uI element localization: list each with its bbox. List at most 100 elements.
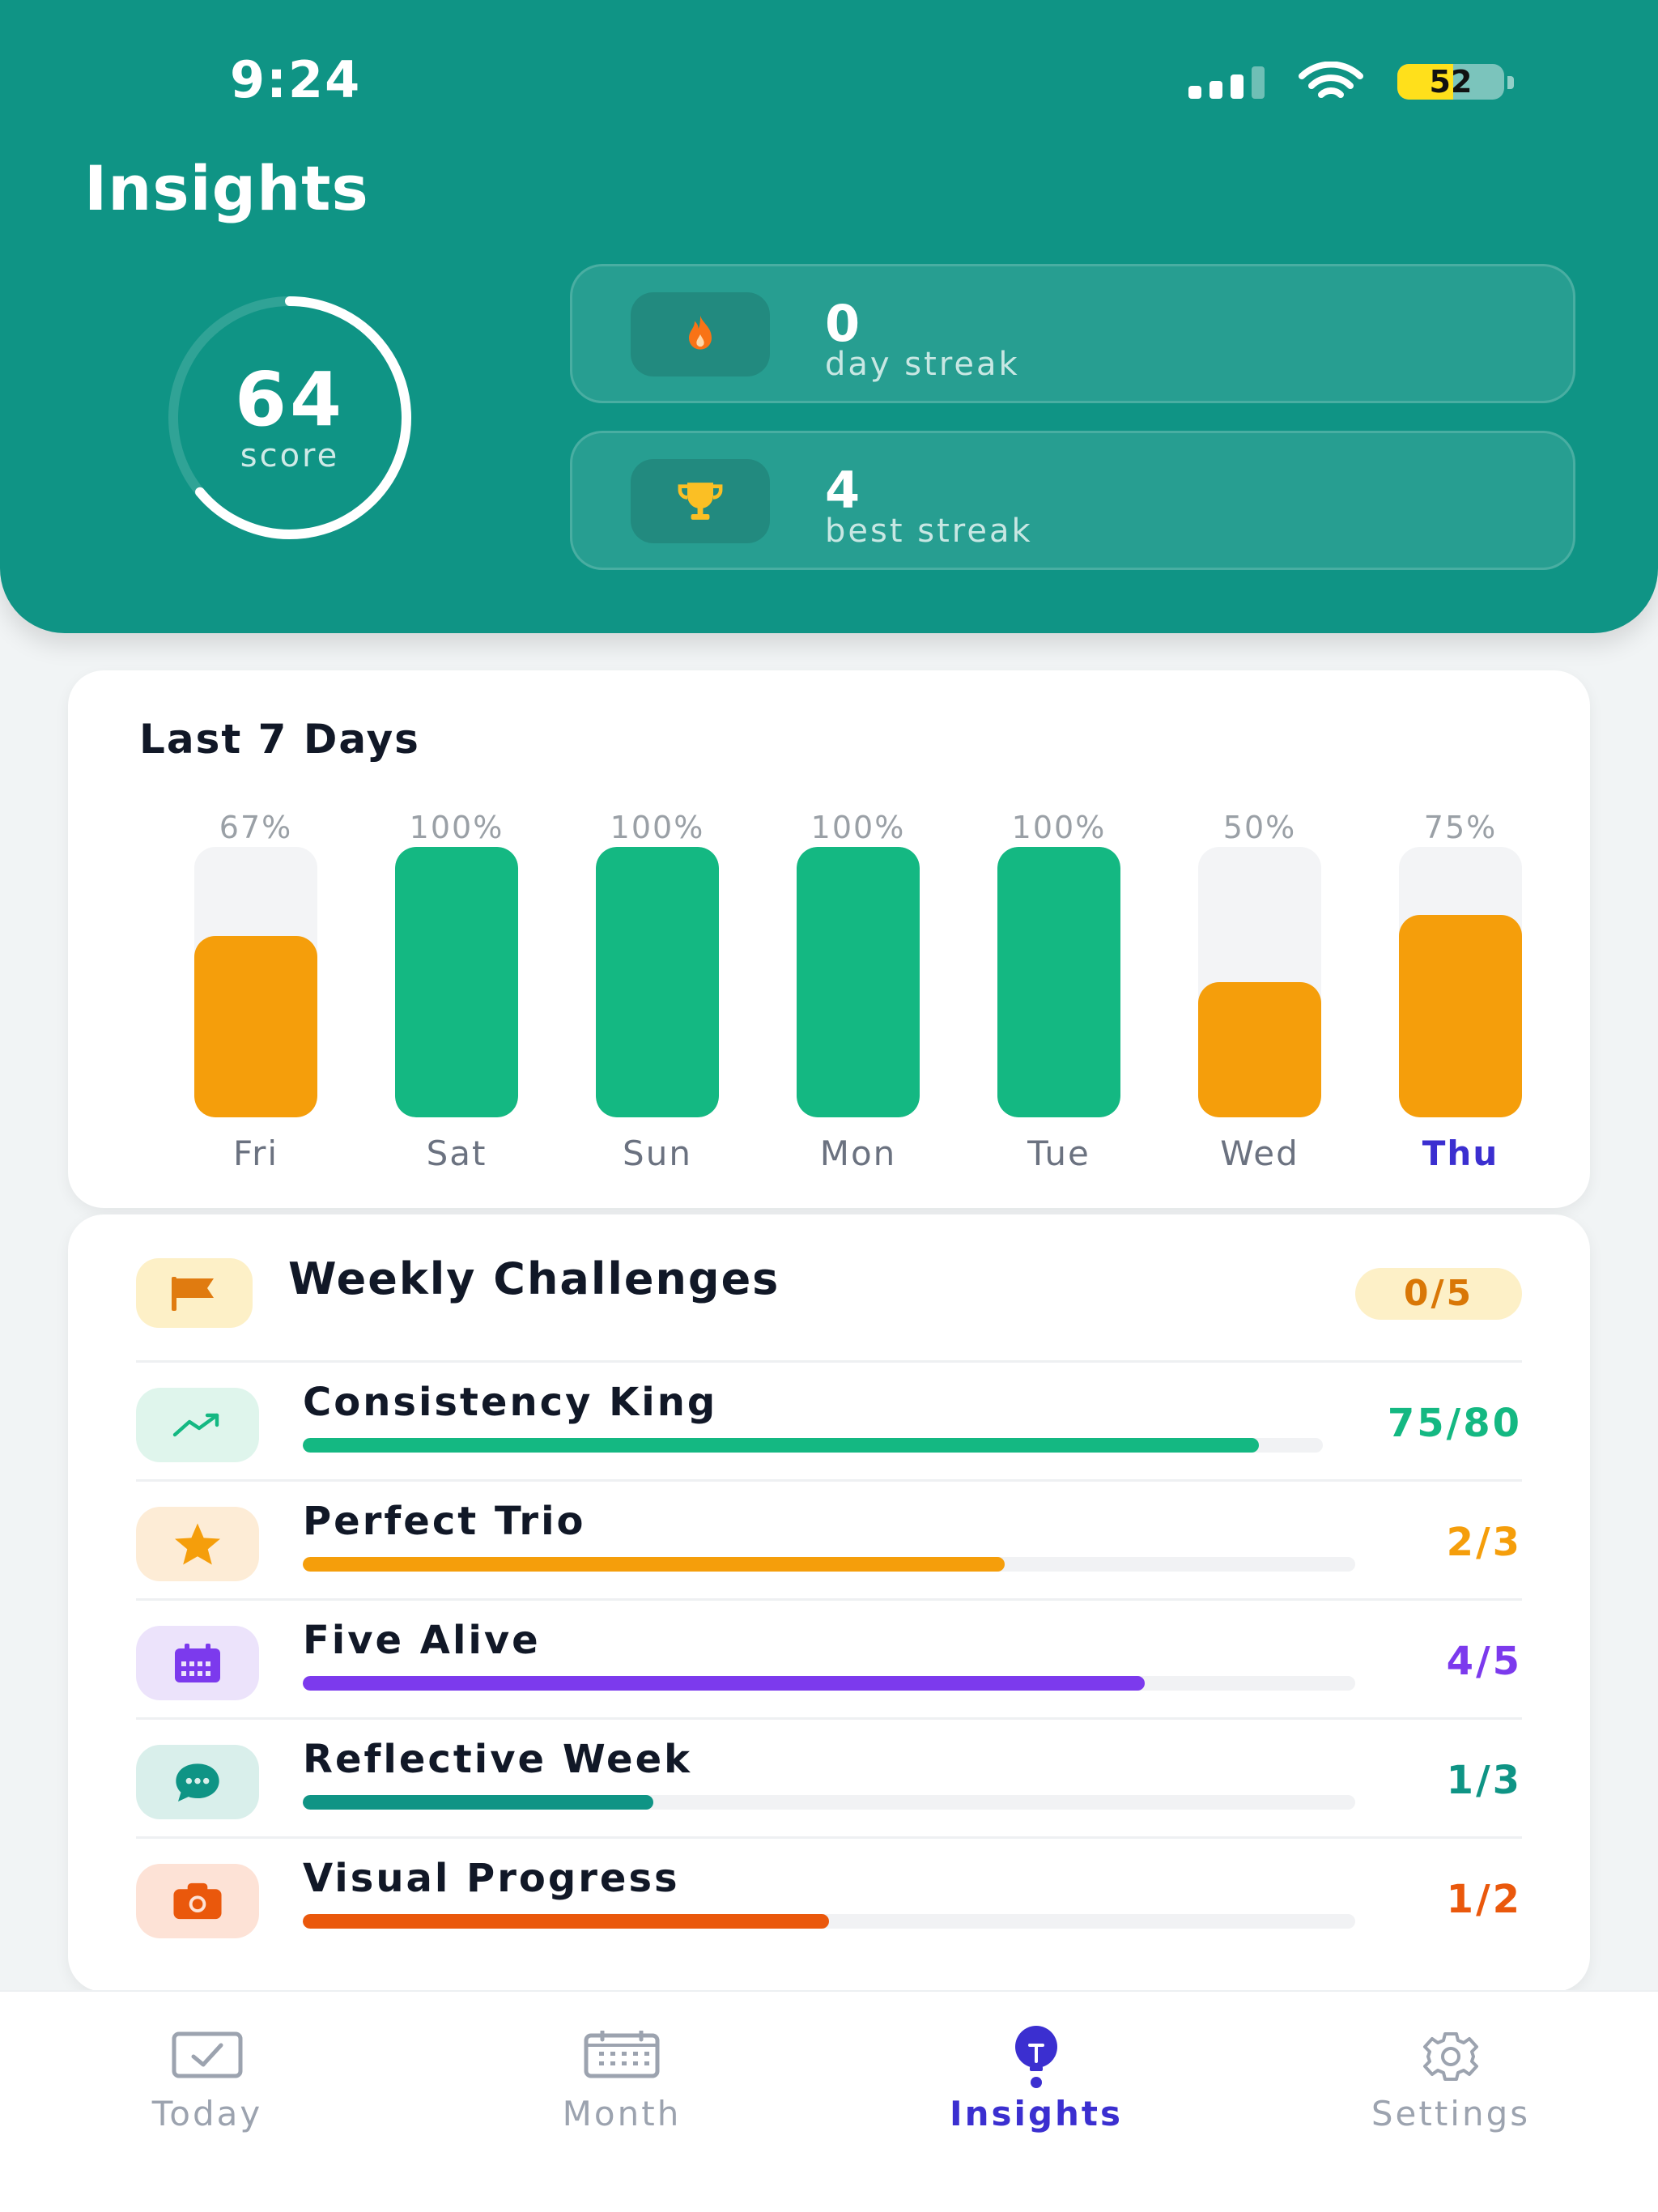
tab-bar: Today Month Insights Settings [0, 1990, 1658, 2212]
challenge-name: Perfect Trio [303, 1499, 586, 1544]
bar-value-label: 75% [1423, 810, 1498, 845]
bar-column-tue: 100% Tue [959, 670, 1159, 1213]
tab-month[interactable]: Month [414, 1992, 829, 2212]
challenge-progress-value: 2/3 [1446, 1520, 1522, 1565]
challenge-progress-track [303, 1676, 1355, 1691]
challenge-divider [136, 1598, 1522, 1601]
challenge-divider [136, 1360, 1522, 1363]
challenge-name: Five Alive [303, 1618, 541, 1663]
challenge-progress-fill [303, 1914, 829, 1929]
bar-column-sat: 100% Sat [356, 670, 557, 1213]
challenge-row[interactable]: Visual Progress 1/2 [68, 1838, 1590, 1956]
challenge-divider [136, 1717, 1522, 1720]
challenge-progress-fill [303, 1676, 1145, 1691]
trophy-icon [631, 459, 770, 543]
bar-track [1399, 847, 1522, 1117]
bar-value-label: 100% [409, 810, 504, 845]
challenges-count-badge: 0/5 [1355, 1268, 1522, 1320]
page-title: Insights [84, 152, 369, 224]
last-7-days-chart: 67% Fri 100% Sat 100% Sun 100% Mon 100% Tue 50% Wed… [68, 670, 1590, 1213]
bar-column-fri: 67% Fri [155, 670, 356, 1213]
bar-sat [395, 847, 518, 1117]
challenge-progress-value: 4/5 [1446, 1639, 1522, 1684]
challenge-progress-track [303, 1795, 1355, 1810]
chat-icon [136, 1745, 259, 1819]
best-streak-value: 4 [825, 461, 861, 520]
day-streak-card: 0 day streak [570, 264, 1575, 403]
bar-value-label: 100% [810, 810, 906, 845]
tab-settings-label: Settings [1371, 2094, 1531, 2133]
checkbox-icon [0, 2031, 414, 2079]
wifi-icon [1299, 62, 1363, 98]
day-streak-label: day streak [825, 346, 1020, 383]
bar-track [194, 847, 317, 1117]
bar-day-label: Thu [1422, 1134, 1499, 1173]
bar-day-label: Fri [232, 1134, 279, 1173]
insights-header: 9:24 52 Insights 64 score 0 day streak 4… [0, 0, 1658, 633]
camera-icon [136, 1864, 259, 1938]
challenge-progress-fill [303, 1795, 654, 1810]
flame-icon [631, 292, 770, 376]
weekly-challenges-card: Weekly Challenges 0/5 Consistency King 75… [68, 1214, 1590, 1992]
trend-up-icon [136, 1388, 259, 1462]
bar-day-label: Wed [1220, 1134, 1299, 1173]
challenge-name: Visual Progress [303, 1856, 680, 1901]
gear-icon [1244, 2031, 1658, 2082]
challenge-row[interactable]: Perfect Trio 2/3 [68, 1481, 1590, 1599]
bar-day-label: Sat [426, 1134, 487, 1173]
challenge-row[interactable]: Consistency King 75/80 [68, 1362, 1590, 1480]
challenge-name: Reflective Week [303, 1737, 693, 1782]
bar-day-label: Mon [819, 1134, 897, 1173]
status-time: 9:24 [230, 50, 362, 109]
bar-tue [997, 847, 1120, 1117]
lightbulb-icon [829, 2026, 1244, 2089]
challenge-progress-track [303, 1914, 1355, 1929]
bar-value-label: 50% [1222, 810, 1297, 845]
star-icon [136, 1507, 259, 1581]
bar-track [1198, 847, 1321, 1117]
bar-track [395, 847, 518, 1117]
bar-value-label: 100% [610, 810, 705, 845]
bar-wed [1198, 982, 1321, 1117]
battery-cap [1507, 76, 1514, 89]
bar-track [997, 847, 1120, 1117]
bar-day-label: Sun [623, 1134, 692, 1173]
tab-today[interactable]: Today [0, 1992, 414, 2212]
tab-insights[interactable]: Insights [829, 1992, 1244, 2212]
tab-settings[interactable]: Settings [1244, 1992, 1658, 2212]
bar-fri [194, 936, 317, 1117]
flag-icon [136, 1258, 253, 1328]
score-label: score [240, 437, 340, 474]
challenge-name: Consistency King [303, 1380, 718, 1425]
bar-column-wed: 50% Wed [1159, 670, 1360, 1213]
score-value: 64 [234, 356, 346, 443]
bar-value-label: 100% [1011, 810, 1107, 845]
challenge-progress-value: 1/3 [1446, 1758, 1522, 1803]
tab-month-label: Month [562, 2094, 682, 2133]
challenge-progress-track [303, 1438, 1323, 1453]
challenge-row[interactable]: Reflective Week 1/3 [68, 1719, 1590, 1837]
challenge-divider [136, 1479, 1522, 1482]
day-streak-value: 0 [825, 294, 861, 353]
best-streak-label: best streak [825, 513, 1033, 550]
bar-track [596, 847, 719, 1117]
challenge-progress-value: 75/80 [1387, 1401, 1522, 1446]
best-streak-card: 4 best streak [570, 431, 1575, 570]
bar-track [797, 847, 920, 1117]
challenge-row[interactable]: Five Alive 4/5 [68, 1600, 1590, 1718]
last-7-days-card: Last 7 Days 67% Fri 100% Sat 100% Sun 100% Mon 1… [68, 670, 1590, 1208]
challenge-progress-track [303, 1557, 1355, 1572]
battery-percent: 52 [1429, 64, 1473, 100]
bar-thu [1399, 914, 1522, 1117]
bar-column-sun: 100% Sun [557, 670, 758, 1213]
bar-day-label: Tue [1027, 1134, 1090, 1173]
bar-column-mon: 100% Mon [758, 670, 959, 1213]
challenge-progress-fill [303, 1557, 1005, 1572]
tab-insights-label: Insights [950, 2094, 1123, 2133]
calendar-icon [136, 1626, 259, 1700]
battery-icon: 52 [1397, 64, 1504, 100]
calendar-icon [414, 2031, 829, 2079]
tab-today-label: Today [151, 2094, 263, 2133]
weekly-challenges-title: Weekly Challenges [288, 1253, 780, 1304]
challenge-progress-fill [303, 1438, 1260, 1453]
